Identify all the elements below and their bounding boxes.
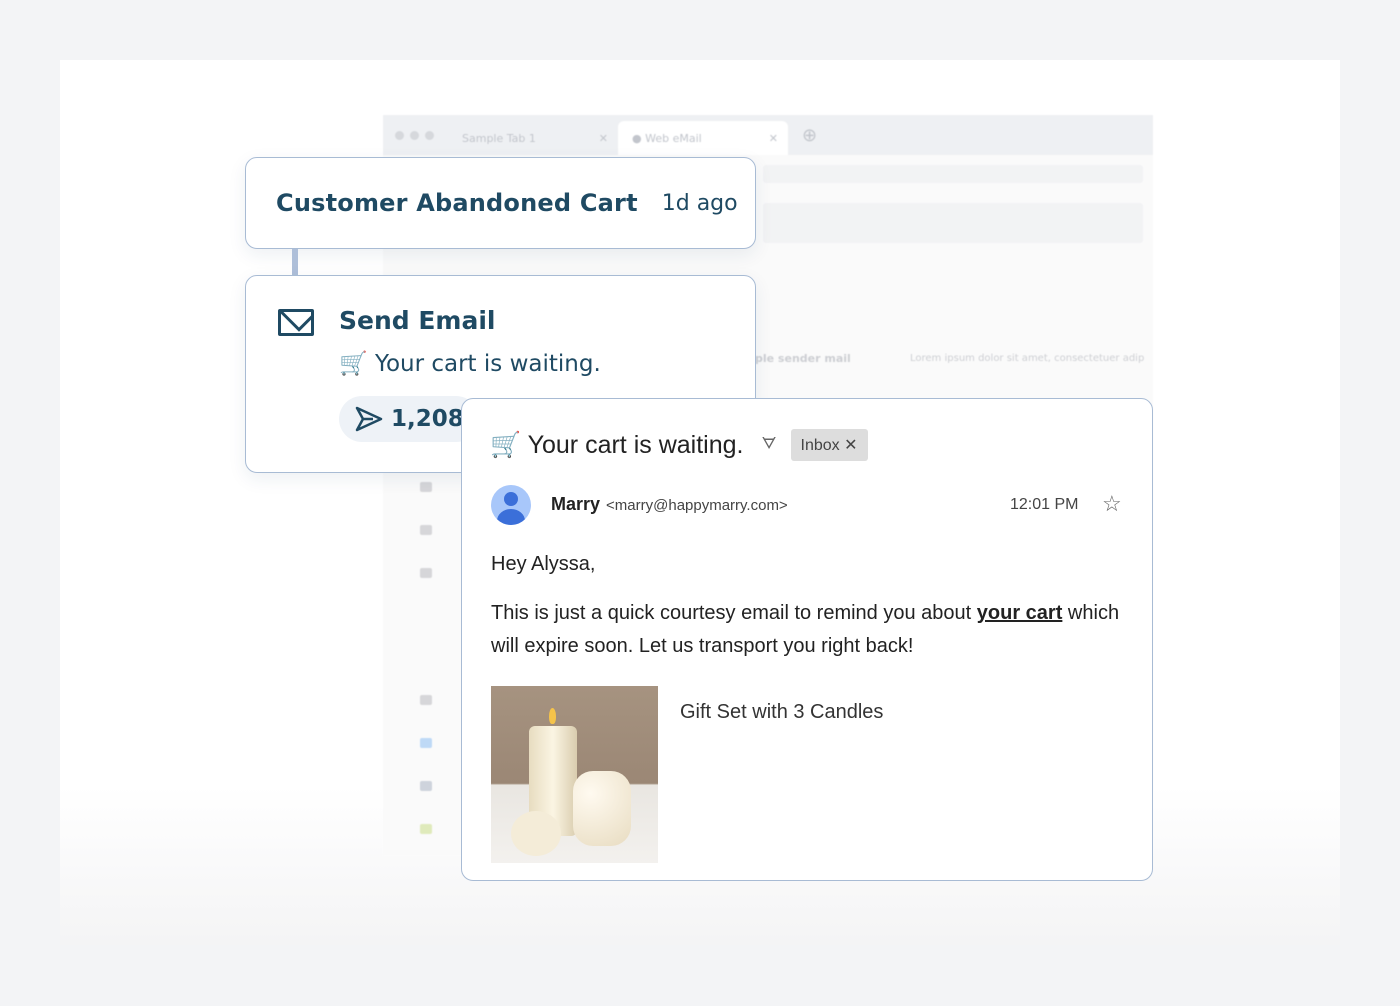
avatar — [491, 485, 531, 525]
new-tab-icon[interactable]: ⊕ — [802, 125, 817, 146]
email-preview: 🛒 Your cart is waiting. ᗊ Inbox ✕ Marry <… — [461, 398, 1153, 881]
window-dot — [395, 130, 404, 140]
important-marker-icon[interactable]: ᗊ — [761, 436, 776, 454]
label-icon — [420, 781, 432, 791]
trigger-title: Customer Abandoned Cart — [276, 189, 638, 217]
sent-count-badge: 1,208 — [339, 396, 479, 442]
spam-icon — [420, 568, 432, 578]
send-icon — [355, 406, 383, 432]
label-icon — [420, 824, 432, 834]
product-image[interactable] — [491, 686, 658, 863]
list-preview: Lorem ipsum dolor sit amet, consectetuer… — [910, 353, 1145, 364]
email-time: 12:01 PM — [1010, 496, 1079, 513]
flow-connector — [292, 249, 298, 275]
tab-label: Web eMail — [645, 131, 702, 145]
email-body: This is just a quick courtesy email to r… — [491, 597, 1131, 663]
action-title: Send Email — [339, 306, 496, 335]
greeting: Hey Alyssa, — [491, 553, 596, 575]
trigger-time: 1d ago — [661, 190, 738, 216]
action-subject: 🛒 Your cart is waiting. — [339, 351, 601, 377]
sender-email: <marry@happymarry.com> — [606, 497, 788, 514]
close-icon[interactable]: ✕ — [769, 132, 778, 145]
email-subject: 🛒 Your cart is waiting. — [490, 430, 744, 459]
close-icon[interactable]: ✕ — [599, 132, 608, 145]
trigger-card[interactable]: Customer Abandoned Cart 1d ago — [245, 157, 756, 249]
tab-sample[interactable]: Sample Tab 1 ✕ — [448, 121, 618, 155]
window-dot — [425, 130, 434, 140]
sender-name: Marry — [551, 494, 601, 514]
window-dot — [410, 130, 419, 140]
label-icon — [420, 695, 432, 705]
sent-count: 1,208 — [391, 406, 464, 432]
list-sender: ple sender mail — [755, 352, 851, 365]
label-icon — [420, 738, 432, 748]
blurred-bar — [763, 165, 1143, 183]
blurred-search — [763, 203, 1143, 243]
globe-icon: ● — [632, 131, 642, 145]
close-icon[interactable]: ✕ — [844, 437, 857, 454]
your-cart-link[interactable]: your cart — [977, 602, 1063, 624]
tab-label: Sample Tab 1 — [462, 131, 536, 145]
tab-bar: Sample Tab 1 ✕ ● Web eMail ✕ ⊕ — [383, 115, 1153, 155]
envelope-icon — [278, 309, 314, 336]
folder-icon — [420, 482, 432, 492]
trash-icon — [420, 525, 432, 535]
body-text: This is just a quick courtesy email to r… — [491, 602, 977, 624]
product-name[interactable]: Gift Set with 3 Candles — [680, 701, 883, 724]
tab-web-email[interactable]: ● Web eMail ✕ — [618, 121, 788, 155]
inbox-label-chip[interactable]: Inbox ✕ — [790, 429, 868, 461]
star-icon[interactable]: ☆ — [1102, 491, 1122, 517]
label-text: Inbox — [800, 437, 840, 454]
